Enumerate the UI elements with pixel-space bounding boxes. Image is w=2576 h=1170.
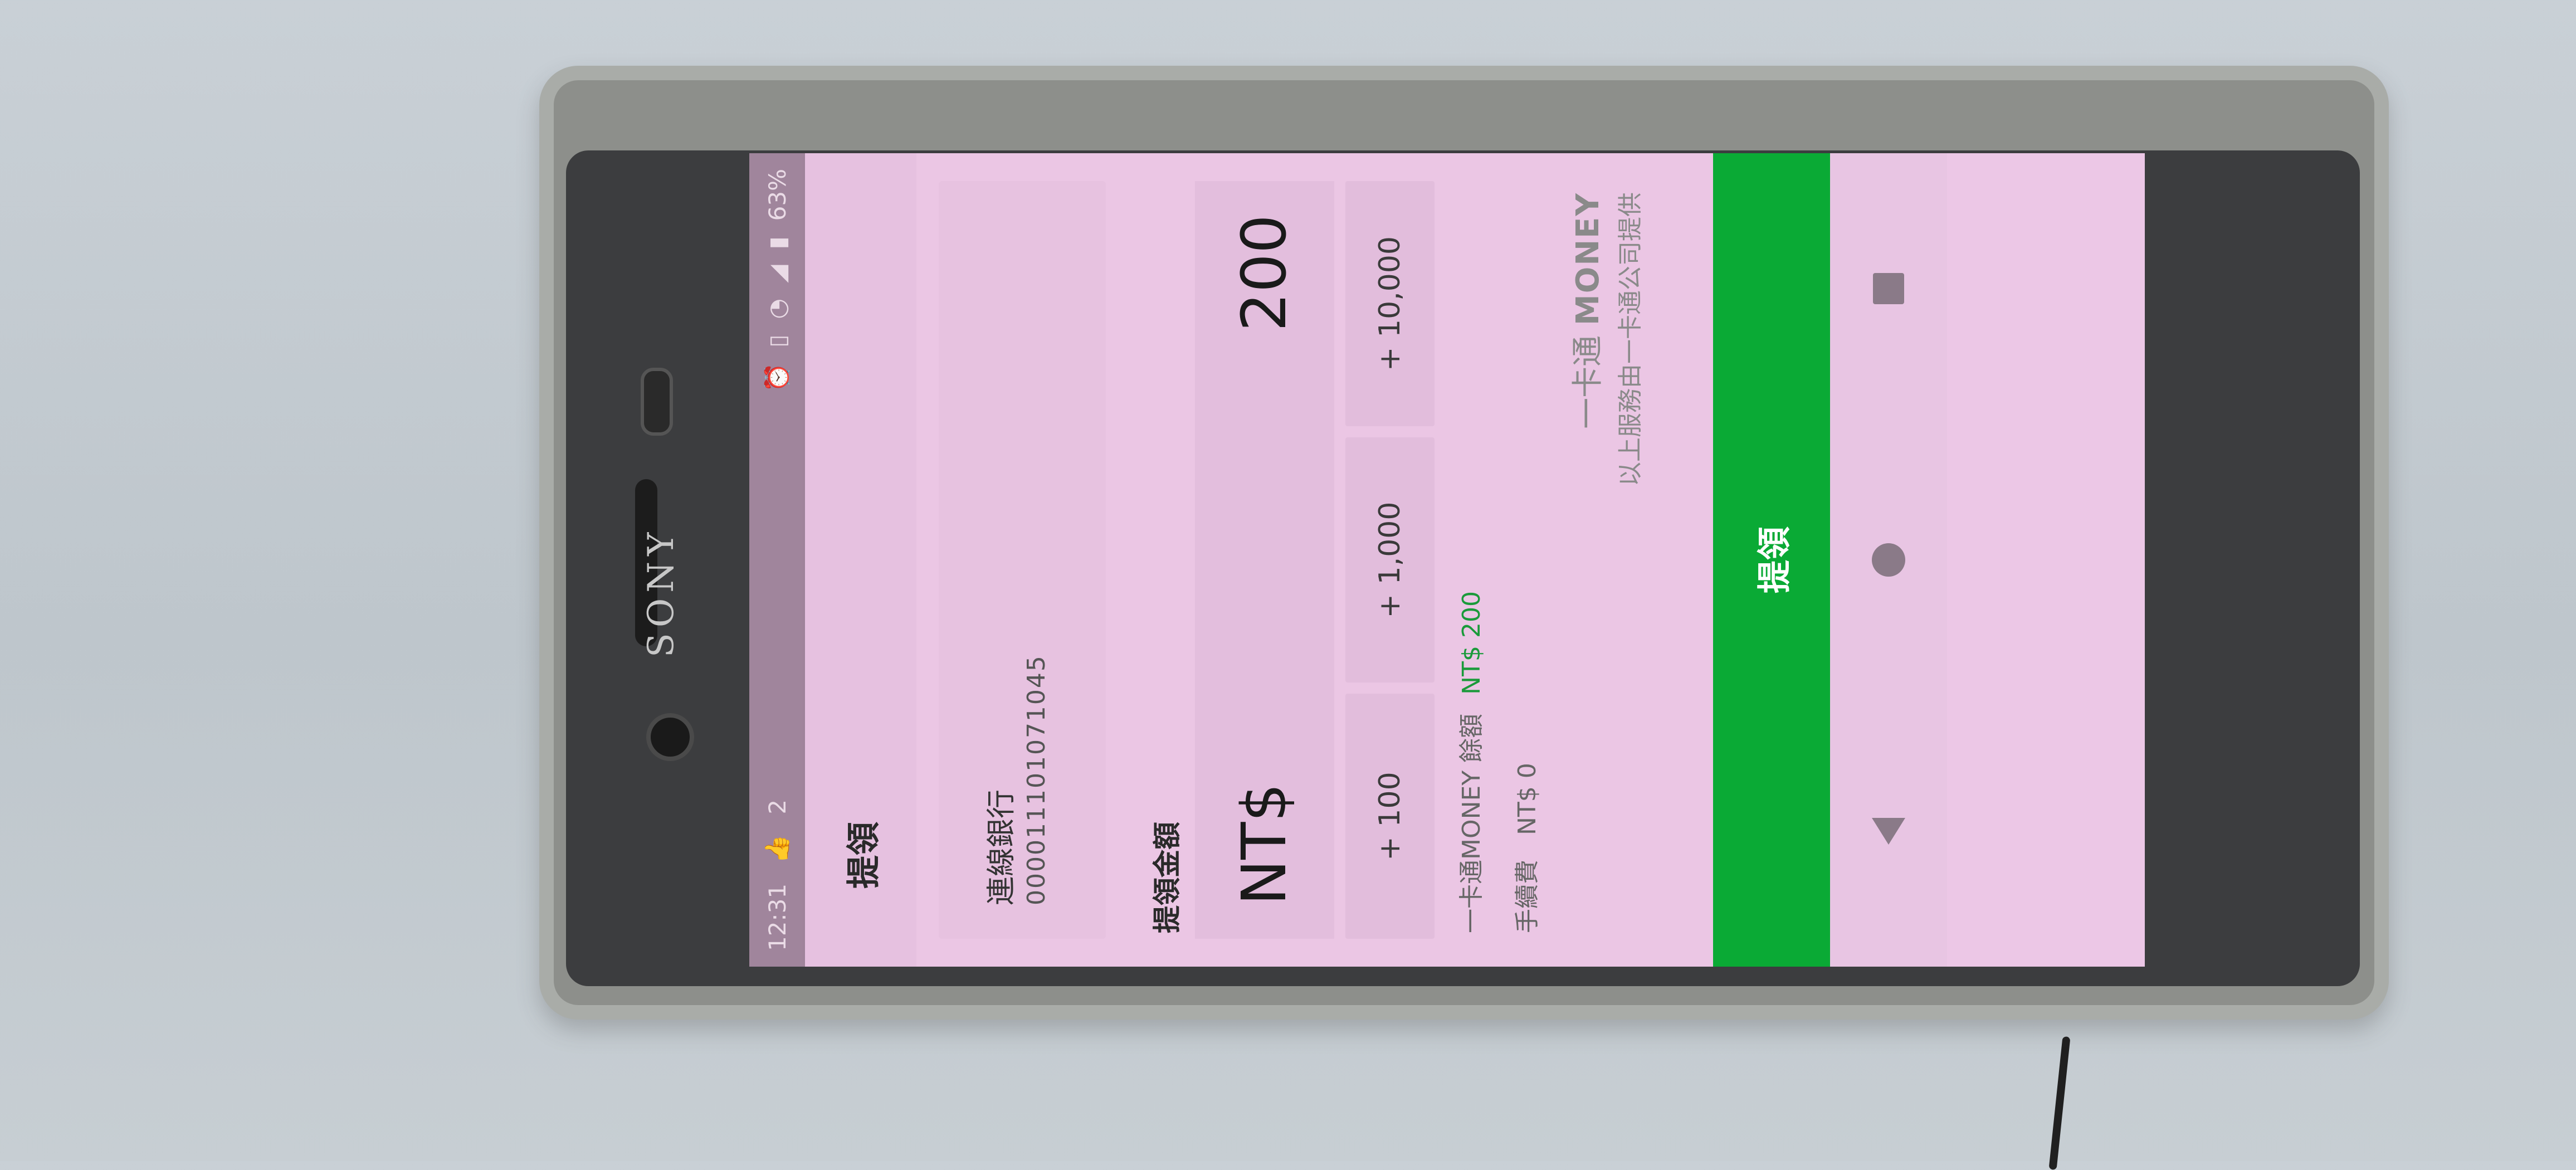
nav-back-button[interactable] [1866, 809, 1911, 854]
provider-brand-name: MONEY [1570, 192, 1606, 326]
fee-label: 手續費 [1513, 860, 1541, 933]
add-100-button[interactable]: + 100 [1345, 694, 1435, 939]
balance-value: NT$ 200 [1457, 591, 1486, 695]
triangle-back-icon [1872, 817, 1905, 845]
currency-label: NT$ [1228, 783, 1300, 905]
vibrate-icon: ▯ [763, 334, 791, 348]
status-time: 12:31 [763, 883, 791, 951]
amount-value: 200 [1228, 214, 1300, 332]
nav-home-button[interactable] [1866, 538, 1911, 582]
bank-name: 連線銀行 [985, 789, 1018, 905]
android-nav-bar [1830, 153, 1947, 967]
page-title: 提領 [844, 822, 884, 889]
battery-level: 63% [763, 169, 791, 221]
provider-brand-prefix: 一卡通 [1570, 335, 1606, 429]
alarm-icon: ⏰ [763, 363, 791, 392]
fee-row: 手續費 NT$ 0 [1507, 763, 1543, 933]
provider-info: 一卡通 MONEY 以上服務由一卡通公司提供 [1563, 192, 1646, 486]
notification-count: 2 [763, 799, 791, 815]
photo-scene: SONY 12:31 👍 2 ⏰ ▯ ◔ ◢ ▮ 63% 提領 連線銀行 000… [0, 0, 2576, 1170]
phone-screen: 12:31 👍 2 ⏰ ▯ ◔ ◢ ▮ 63% 提領 連線銀行 00001110… [749, 153, 2145, 967]
bank-account-number: 000011101071045 [1022, 655, 1051, 905]
signal-icon: ◢ [763, 265, 791, 283]
battery-icon: ▮ [763, 236, 791, 250]
status-bar: 12:31 👍 2 ⏰ ▯ ◔ ◢ ▮ 63% [749, 153, 805, 967]
provider-logo: 一卡通 MONEY [1563, 192, 1608, 486]
proximity-sensor [641, 368, 673, 436]
charging-cable [2048, 1036, 2071, 1170]
front-camera [646, 713, 694, 761]
balance-label: 一卡通MONEY 餘額 [1457, 713, 1486, 933]
withdraw-button[interactable]: 提領 [1713, 153, 1830, 967]
amount-input[interactable]: NT$ 200 [1195, 181, 1334, 939]
add-1000-button[interactable]: + 1,000 [1345, 437, 1435, 682]
circle-home-icon [1872, 543, 1905, 577]
nav-recents-button[interactable] [1866, 266, 1911, 311]
balance-row: 一卡通MONEY 餘額 NT$ 200 [1451, 591, 1487, 933]
provider-note: 以上服務由一卡通公司提供 [1616, 192, 1645, 486]
device-brand-logo: SONY [641, 526, 682, 657]
add-10000-button[interactable]: + 10,000 [1345, 181, 1435, 426]
app-bar: 提領 [805, 153, 916, 967]
bank-account-card[interactable]: 連線銀行 000011101071045 [939, 181, 1106, 939]
thumbs-up-icon: 👍 [763, 834, 791, 864]
quick-amount-buttons: + 100 + 1,000 + 10,000 [1345, 181, 1435, 939]
wifi-icon: ◔ [763, 298, 791, 319]
withdraw-amount-label: 提領金額 [1151, 822, 1183, 933]
fee-value: NT$ 0 [1513, 763, 1541, 835]
square-recents-icon [1873, 273, 1904, 305]
